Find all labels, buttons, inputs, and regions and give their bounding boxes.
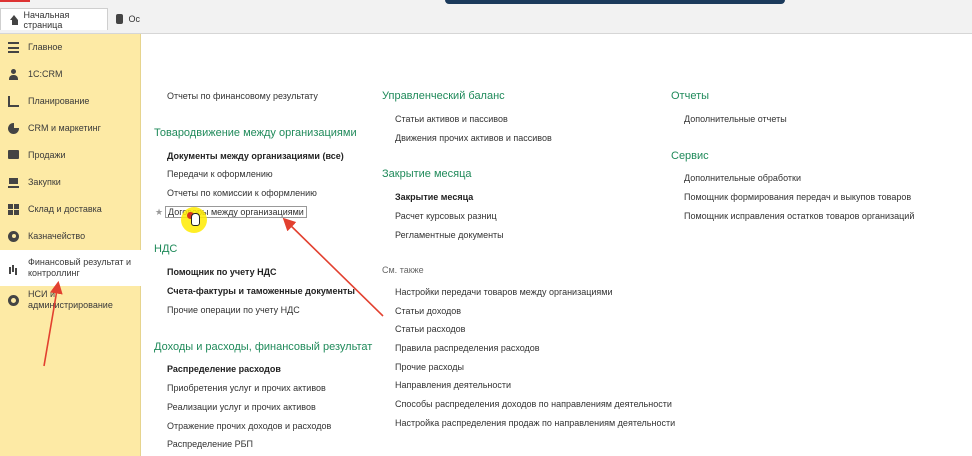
link-vat-assistant[interactable]: Помощник по учету НДС xyxy=(167,267,277,277)
link-invoices-customs[interactable]: Счета-фактуры и таможенные документы xyxy=(167,286,355,296)
sidebar-item-label: Планирование xyxy=(28,95,90,106)
link-financial-reports[interactable]: Отчеты по финансовому результату xyxy=(167,91,318,101)
sidebar-item-sales[interactable]: Продажи xyxy=(0,148,141,162)
sidebar-item-label: Финансовый результат и контроллинг xyxy=(28,257,132,278)
star-icon[interactable]: ★ xyxy=(155,207,163,218)
pointer-hand-icon xyxy=(191,213,200,226)
link-routine-documents[interactable]: Регламентные документы xyxy=(395,230,504,240)
sidebar-item-warehouse[interactable]: Склад и доставка xyxy=(0,202,141,216)
sidebar-item-crm[interactable]: 1С:CRM xyxy=(0,67,141,81)
sidebar-item-financial-result[interactable]: Финансовый результат и контроллинг xyxy=(0,250,141,286)
home-icon xyxy=(9,14,19,25)
menu-lines-icon xyxy=(8,41,19,53)
link-transfer-buyback-assistant[interactable]: Помощник формирования передач и выкупов … xyxy=(684,192,911,202)
link-additional-reports[interactable]: Дополнительные отчеты xyxy=(684,114,787,124)
section-title-income-expenses: Доходы и расходы, финансовый результат xyxy=(154,341,373,353)
window-title-glow xyxy=(445,0,785,4)
link-distribution-rules[interactable]: Правила распределения расходов xyxy=(395,343,540,353)
sidebar-item-treasury[interactable]: Казначейство xyxy=(0,229,141,243)
sidebar: Главное 1С:CRM Планирование CRM и маркет… xyxy=(0,34,141,456)
link-intercompany-docs[interactable]: Документы между организациями (все) xyxy=(167,151,344,161)
chart-icon xyxy=(8,95,19,107)
link-stock-correction-assistant[interactable]: Помощник исправления остатков товаров ор… xyxy=(684,211,914,221)
warehouse-icon xyxy=(8,203,19,215)
sidebar-item-main[interactable]: Главное xyxy=(0,40,141,54)
link-month-closing[interactable]: Закрытие месяца xyxy=(395,192,473,202)
link-other-vat-operations[interactable]: Прочие операции по учету НДС xyxy=(167,305,300,315)
bag-icon xyxy=(8,150,19,159)
tab-second-label: Ос xyxy=(128,14,140,24)
link-business-lines[interactable]: Направления деятельности xyxy=(395,380,511,390)
sidebar-item-label: Продажи xyxy=(28,149,66,160)
coin-icon xyxy=(8,230,19,242)
sidebar-item-crm-marketing[interactable]: CRM и маркетинг xyxy=(0,121,141,135)
link-expense-distribution[interactable]: Распределение расходов xyxy=(167,364,281,374)
section-title-reports: Отчеты xyxy=(671,90,710,102)
link-income-distribution-methods[interactable]: Способы распределения доходов по направл… xyxy=(395,399,672,409)
link-exchange-differences[interactable]: Расчет курсовых разниц xyxy=(395,211,497,221)
link-other-income-expenses[interactable]: Отражение прочих доходов и расходов xyxy=(167,421,331,431)
sidebar-item-label: CRM и маркетинг xyxy=(28,122,101,133)
tab-second[interactable]: Ос xyxy=(108,8,148,30)
sidebar-item-admin[interactable]: НСИ и администрирование xyxy=(0,289,141,310)
link-transfer-settings[interactable]: Настройки передачи товаров между организ… xyxy=(395,287,612,297)
document-icon xyxy=(116,14,124,24)
link-other-expenses[interactable]: Прочие расходы xyxy=(395,362,464,372)
link-transfers-to-process[interactable]: Передачи к оформлению xyxy=(167,169,273,179)
link-expense-items[interactable]: Статьи расходов xyxy=(395,324,465,334)
tab-home-label: Начальная страница xyxy=(23,9,70,30)
section-title-vat: НДС xyxy=(154,243,178,255)
link-service-sales[interactable]: Реализации услуг и прочих активов xyxy=(167,402,316,412)
section-title-intercompany: Товародвижение между организациями xyxy=(154,127,357,139)
section-title-mgmt-balance: Управленческий баланс xyxy=(382,90,505,102)
link-additional-processing[interactable]: Дополнительные обработки xyxy=(684,173,801,183)
pie-icon xyxy=(8,122,19,134)
sidebar-item-purchases[interactable]: Закупки xyxy=(0,175,141,189)
person-icon xyxy=(8,68,19,80)
see-also-title: См. также xyxy=(382,265,424,275)
section-title-month-closing: Закрытие месяца xyxy=(382,168,472,180)
gear-icon xyxy=(8,294,19,306)
section-title-service: Сервис xyxy=(671,150,709,162)
sidebar-item-label: Склад и доставка xyxy=(28,203,102,214)
accent-line xyxy=(0,0,30,2)
sidebar-item-planning[interactable]: Планирование xyxy=(0,94,141,108)
sidebar-item-label: Казначейство xyxy=(28,230,86,241)
sidebar-item-label: Закупки xyxy=(28,176,61,187)
sidebar-item-label: Главное xyxy=(28,41,63,52)
link-deferred-expenses[interactable]: Распределение РБП xyxy=(167,439,253,449)
link-asset-liability-items[interactable]: Статьи активов и пассивов xyxy=(395,114,508,124)
link-commission-reports[interactable]: Отчеты по комиссии к оформлению xyxy=(167,188,317,198)
link-income-items[interactable]: Статьи доходов xyxy=(395,306,461,316)
tab-home[interactable]: Начальная страница xyxy=(0,8,108,30)
link-other-asset-movements[interactable]: Движения прочих активов и пассивов xyxy=(395,133,552,143)
sidebar-item-label: 1С:CRM xyxy=(28,68,63,79)
bar-chart-icon xyxy=(8,263,19,274)
link-service-purchases[interactable]: Приобретения услуг и прочих активов xyxy=(167,383,326,393)
top-bar: Начальная страница Ос xyxy=(0,0,972,34)
cart-icon xyxy=(8,177,19,188)
sidebar-item-label: НСИ и администрирование xyxy=(28,289,113,310)
link-sales-distribution-settings[interactable]: Настройка распределения продаж по направ… xyxy=(395,418,675,428)
